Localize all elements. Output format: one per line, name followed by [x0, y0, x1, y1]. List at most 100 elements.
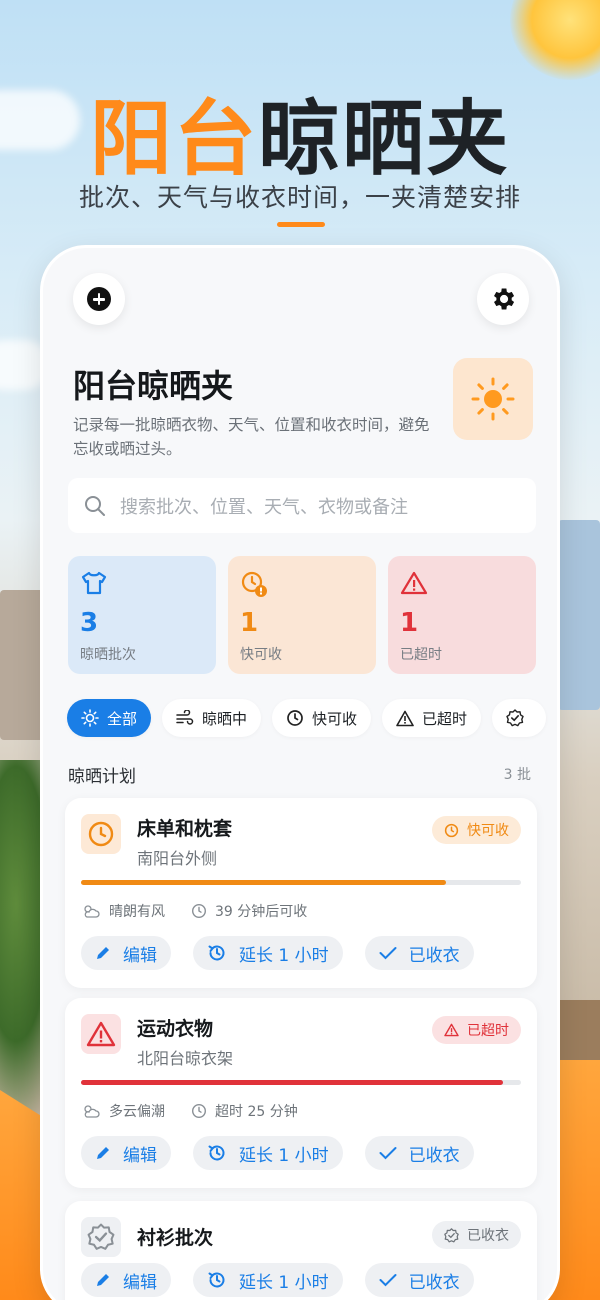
check-icon — [379, 947, 397, 960]
filter-chips: 全部 晾晒中 快可收 已超时 — [67, 699, 547, 737]
filter-chip-overdue[interactable]: 已超时 — [382, 699, 482, 737]
filter-chip-drying[interactable]: 晾晒中 — [162, 699, 262, 737]
status-badge-label: 快可收 — [467, 823, 509, 839]
filter-chip-label: 已超时 — [422, 709, 468, 728]
plan-name: 衬衫批次 — [137, 1227, 214, 1249]
clock-icon — [444, 823, 459, 837]
status-badge: 快可收 — [432, 816, 521, 844]
extend-button-label: 延长 1 小时 — [239, 945, 329, 966]
history-icon — [208, 945, 225, 961]
sun-icon — [471, 377, 515, 421]
plan-weather: 多云偏潮 — [109, 1104, 165, 1120]
status-badge-label: 已超时 — [467, 1023, 509, 1039]
plan-actions: 编辑 延长 1 小时 已收衣 — [81, 1263, 474, 1297]
status-badge-label: 已收衣 — [467, 1228, 509, 1244]
plan-weather: 晴朗有风 — [109, 904, 165, 920]
warning-icon — [396, 710, 414, 726]
status-badge: 已收衣 — [432, 1221, 521, 1249]
background-sun — [510, 0, 600, 80]
extend-button[interactable]: 延长 1 小时 — [193, 1136, 343, 1170]
progress-fill — [81, 1080, 504, 1085]
plan-time-info: 39 分钟后可收 — [215, 904, 308, 920]
warning-icon — [400, 571, 428, 595]
filter-chip-soon[interactable]: 快可收 — [272, 699, 372, 737]
add-button[interactable] — [73, 273, 125, 325]
check-badge-icon — [87, 1223, 115, 1250]
plan-status-icon — [81, 1014, 121, 1054]
history-icon — [208, 1272, 225, 1288]
plan-card[interactable]: 床单和枕套 南阳台外侧 快可收 晴朗有风 39 分钟后可收 编辑 延长 1 小时… — [65, 798, 537, 988]
collected-button[interactable]: 已收衣 — [364, 1263, 474, 1297]
wind-icon — [176, 710, 194, 725]
pencil-icon — [97, 1274, 109, 1286]
stat-label: 晾晒批次 — [80, 647, 136, 663]
section-count: 3 批 — [503, 767, 531, 783]
weather-tile — [453, 358, 533, 440]
collected-button-label: 已收衣 — [408, 1272, 460, 1293]
plan-status-icon — [81, 814, 121, 854]
plan-location: 南阳台外侧 — [137, 849, 218, 868]
filter-chip-label: 快可收 — [312, 709, 358, 728]
hero-title-accent: 阳台 — [89, 92, 258, 187]
stat-value: 1 — [400, 608, 419, 638]
pencil-icon — [97, 1147, 109, 1159]
extend-button-label: 延长 1 小时 — [239, 1145, 329, 1166]
edit-button[interactable]: 编辑 — [81, 936, 171, 970]
plan-status-icon — [81, 1217, 121, 1257]
hero-subtitle: 批次、天气与收衣时间，一夹清楚安排 — [78, 183, 521, 212]
check-badge-icon — [444, 1227, 459, 1242]
filter-chip-label: 晾晒中 — [202, 709, 248, 728]
stat-value: 1 — [240, 608, 259, 638]
warning-icon — [444, 1023, 459, 1037]
stat-card-soon[interactable]: 1 快可收 — [228, 556, 376, 674]
check-badge-icon — [506, 709, 524, 727]
edit-button-label: 编辑 — [123, 1272, 157, 1293]
plan-time-info: 超时 25 分钟 — [215, 1104, 298, 1120]
extend-button-label: 延长 1 小时 — [239, 1272, 329, 1293]
filter-chip-label: 全部 — [107, 709, 138, 728]
plan-name: 床单和枕套 — [137, 818, 233, 840]
partly-cloudy-icon — [84, 905, 100, 918]
hero-underline — [277, 222, 325, 227]
clock-icon — [287, 710, 303, 726]
hero-title: 阳台晾晒夹 — [0, 72, 600, 191]
collected-button-label: 已收衣 — [408, 945, 460, 966]
edit-button[interactable]: 编辑 — [81, 1263, 171, 1297]
partly-cloudy-icon — [84, 1105, 100, 1118]
stat-card-overdue[interactable]: 1 已超时 — [388, 556, 536, 674]
collected-button-label: 已收衣 — [408, 1145, 460, 1166]
gear-icon — [494, 288, 515, 310]
search-placeholder: 搜索批次、位置、天气、衣物或备注 — [120, 496, 408, 518]
collected-button[interactable]: 已收衣 — [364, 1136, 474, 1170]
plan-actions: 编辑 延长 1 小时 已收衣 — [81, 1136, 474, 1170]
plan-meta: 多云偏潮 超时 25 分钟 — [81, 1101, 298, 1121]
filter-chip-collected[interactable] — [492, 699, 547, 737]
search-icon — [85, 495, 105, 516]
clock-icon — [191, 1103, 207, 1119]
check-icon — [379, 1274, 397, 1287]
shirt-icon — [81, 571, 107, 595]
stat-label: 快可收 — [240, 647, 282, 663]
edit-button[interactable]: 编辑 — [81, 1136, 171, 1170]
pencil-icon — [97, 947, 109, 959]
collected-button[interactable]: 已收衣 — [364, 936, 474, 970]
plan-card[interactable]: 衬衫批次 已收衣 编辑 延长 1 小时 已收衣 — [65, 1201, 537, 1300]
plan-card[interactable]: 运动衣物 北阳台晾衣架 已超时 多云偏潮 超时 25 分钟 编辑 延长 1 小时… — [65, 998, 537, 1188]
plan-location: 北阳台晾衣架 — [137, 1049, 234, 1068]
stat-card-batches[interactable]: 3 晾晒批次 — [68, 556, 216, 674]
edit-button-label: 编辑 — [123, 945, 157, 966]
extend-button[interactable]: 延长 1 小时 — [193, 936, 343, 970]
clock-alert-icon — [241, 571, 267, 597]
plus-circle-icon — [87, 287, 111, 311]
settings-button[interactable] — [477, 273, 529, 325]
extend-button[interactable]: 延长 1 小时 — [193, 1263, 343, 1297]
sun-icon — [81, 709, 99, 727]
status-badge: 已超时 — [432, 1016, 521, 1044]
phone-screen: 阳台晾晒夹 记录每一批晾晒衣物、天气、位置和收衣时间，避免忘收或晒过头。 搜索批… — [40, 245, 560, 1300]
app-description: 记录每一批晾晒衣物、天气、位置和收衣时间，避免忘收或晒过头。 — [73, 416, 430, 458]
search-bar[interactable]: 搜索批次、位置、天气、衣物或备注 — [68, 478, 536, 533]
filter-chip-all[interactable]: 全部 — [67, 699, 152, 737]
progress-bar — [81, 1080, 521, 1085]
progress-fill — [81, 880, 447, 885]
app-title: 阳台晾晒夹 — [73, 367, 234, 405]
